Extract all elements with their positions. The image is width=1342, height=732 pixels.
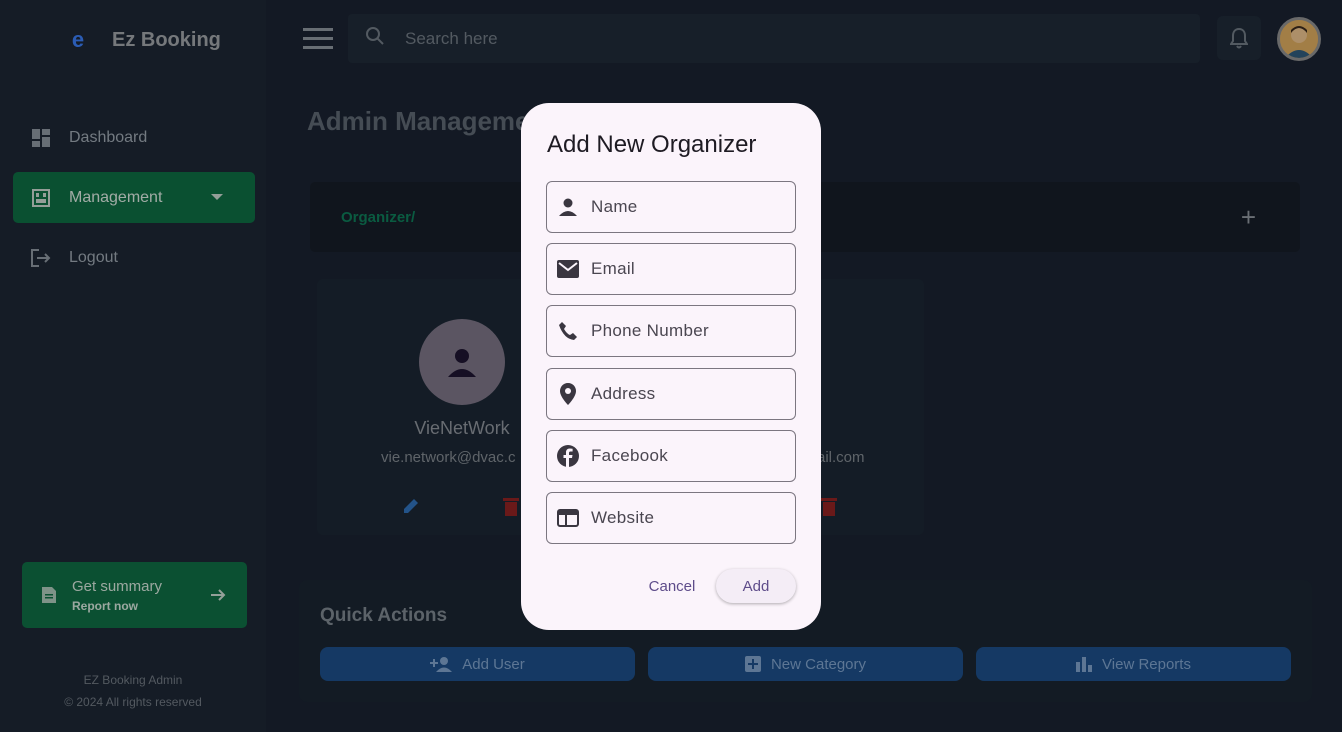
phone-number-input[interactable] <box>591 321 781 341</box>
location-icon <box>557 383 579 405</box>
name-input[interactable] <box>591 197 781 217</box>
phone-icon <box>557 320 579 342</box>
name-field[interactable] <box>546 181 796 233</box>
phone-number-field[interactable] <box>546 305 796 357</box>
website-field[interactable] <box>546 492 796 544</box>
web-icon <box>557 507 579 529</box>
facebook-input[interactable] <box>591 446 781 466</box>
email-input[interactable] <box>591 259 781 279</box>
person-icon <box>557 196 579 218</box>
add-button[interactable]: Add <box>716 569 796 603</box>
facebook-icon <box>557 445 579 467</box>
dialog-title: Add New Organizer <box>547 131 757 158</box>
email-icon <box>557 258 579 280</box>
website-input[interactable] <box>591 508 781 528</box>
address-input[interactable] <box>591 384 781 404</box>
cancel-button[interactable]: Cancel <box>641 570 703 602</box>
address-field[interactable] <box>546 368 796 420</box>
facebook-field[interactable] <box>546 430 796 482</box>
email-field[interactable] <box>546 243 796 295</box>
add-organizer-dialog: Add New Organizer Cance <box>521 103 821 630</box>
